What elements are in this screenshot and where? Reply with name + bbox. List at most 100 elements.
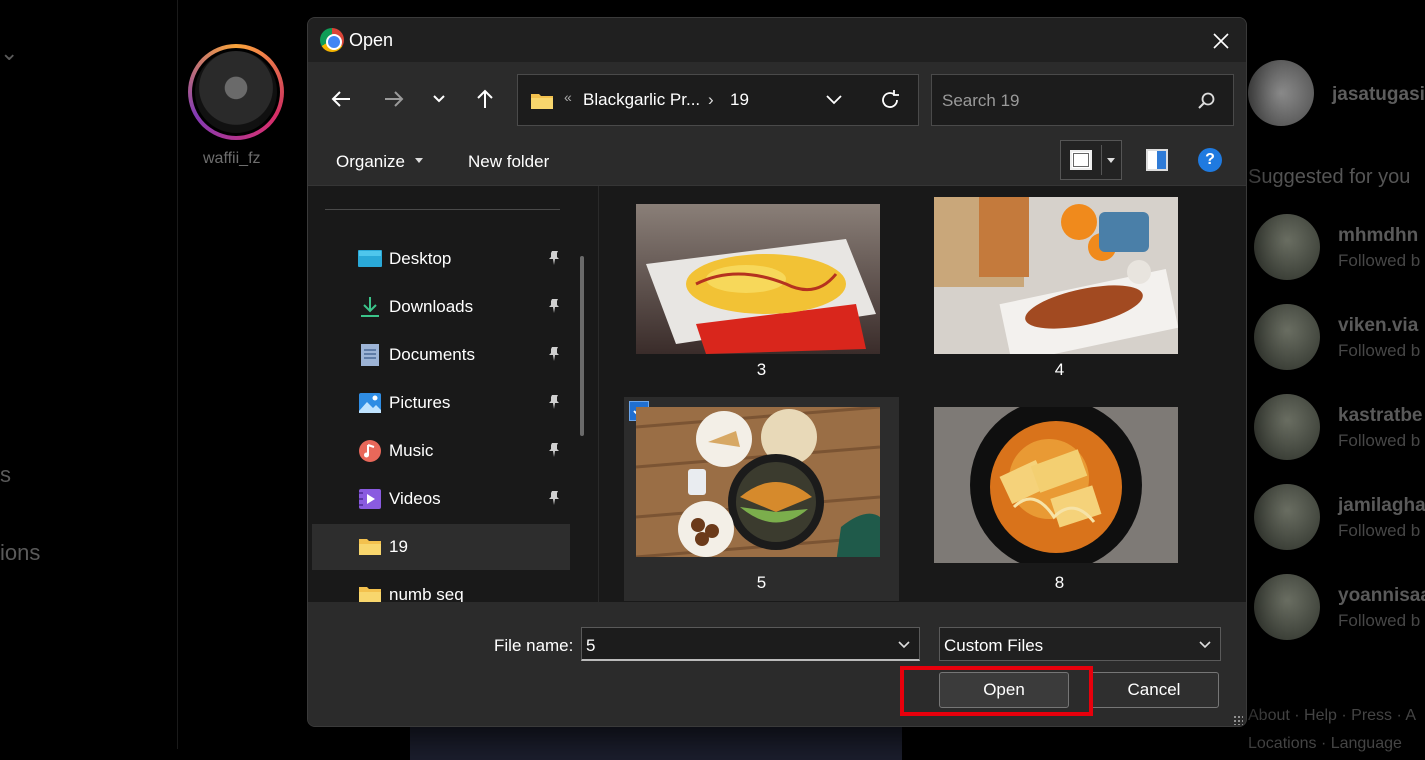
chevron-down-icon: [431, 91, 447, 107]
file-thumbnail: [636, 407, 880, 557]
pictures-icon: [358, 392, 382, 414]
search-icon[interactable]: [1197, 91, 1217, 111]
file-name: 3: [624, 360, 899, 380]
content-area: Desktop Downloads Documents Pictures Mus: [308, 186, 1246, 602]
back-button[interactable]: [324, 82, 358, 116]
profile-avatar[interactable]: [1248, 60, 1314, 126]
pin-icon[interactable]: [546, 442, 562, 458]
suggestion-avatar[interactable]: [1254, 574, 1320, 640]
sidebar-item-label: Videos: [389, 489, 441, 509]
sidebar-item-label: Documents: [389, 345, 475, 365]
file-name: 8: [922, 573, 1197, 593]
suggestion-name[interactable]: jamilagha: [1338, 495, 1425, 517]
file-type-select[interactable]: Custom Files: [939, 627, 1221, 661]
document-icon: [358, 344, 382, 366]
footer-links[interactable]: Locations · Language: [1248, 735, 1402, 753]
search-input[interactable]: [942, 89, 1182, 113]
organize-button[interactable]: Organize: [336, 152, 405, 172]
file-item-8[interactable]: 8: [922, 397, 1197, 601]
music-icon: [358, 440, 382, 462]
sidebar-item-label: 19: [389, 537, 408, 557]
desktop-icon: [358, 248, 382, 270]
breadcrumb-current[interactable]: 19: [730, 90, 749, 110]
file-item-5[interactable]: 5: [624, 397, 899, 601]
suggestion-avatar[interactable]: [1254, 304, 1320, 370]
arrow-up-icon: [474, 88, 496, 110]
address-bar[interactable]: « Blackgarlic Pr... › 19: [517, 74, 919, 126]
sidebar-item-documents[interactable]: Documents: [312, 332, 570, 378]
pin-icon[interactable]: [546, 298, 562, 314]
file-thumbnail: [636, 204, 880, 354]
annotation-highlight: [900, 666, 1093, 716]
suggestion-name[interactable]: kastratbe: [1338, 405, 1423, 427]
file-name: 4: [922, 360, 1197, 380]
pin-icon[interactable]: [546, 346, 562, 362]
sidebar-item-19[interactable]: 19: [312, 524, 570, 570]
chevron-down-icon[interactable]: [897, 638, 911, 652]
file-thumbnail: [934, 197, 1178, 354]
video-icon: [358, 488, 382, 510]
breadcrumb-overflow[interactable]: «: [564, 89, 572, 105]
suggestion-name[interactable]: yoannisaa: [1338, 585, 1425, 607]
cancel-button[interactable]: Cancel: [1089, 672, 1219, 708]
recent-locations-button[interactable]: [422, 82, 456, 116]
chevron-down-icon[interactable]: [1198, 638, 1212, 652]
nav-item-partial[interactable]: s: [0, 462, 11, 488]
up-button[interactable]: [468, 82, 502, 116]
file-item-4[interactable]: 4: [922, 198, 1197, 402]
dialog-title: Open: [349, 30, 393, 51]
suggestion-name[interactable]: viken.via: [1338, 315, 1418, 337]
file-item-3[interactable]: 3: [624, 198, 899, 402]
breadcrumb-parent[interactable]: Blackgarlic Pr...: [583, 90, 700, 110]
sidebar-item-pictures[interactable]: Pictures: [312, 380, 570, 426]
close-button[interactable]: [1206, 26, 1236, 56]
forward-button[interactable]: [377, 82, 411, 116]
pin-icon[interactable]: [546, 250, 562, 266]
sidebar-scrollbar[interactable]: [580, 256, 584, 436]
nav-arrow-icon: ⌄: [0, 40, 18, 66]
close-icon: [1212, 32, 1230, 50]
sidebar-item-label: Music: [389, 441, 433, 461]
profile-name[interactable]: jasatugasi: [1332, 84, 1425, 106]
file-grid: 3 4: [599, 186, 1229, 602]
title-bar: Open: [308, 18, 1246, 62]
suggestion-avatar[interactable]: [1254, 214, 1320, 280]
footer-links[interactable]: About · Help · Press · A: [1248, 707, 1416, 725]
suggestion-sub: Followed b: [1338, 251, 1420, 271]
caret-down-icon[interactable]: [415, 158, 423, 163]
sidebar-item-desktop[interactable]: Desktop: [312, 236, 570, 282]
chevron-down-icon[interactable]: [824, 89, 844, 109]
suggestion-sub: Followed b: [1338, 341, 1420, 361]
file-name-value[interactable]: 5: [586, 636, 595, 656]
suggestion-avatar[interactable]: [1254, 484, 1320, 550]
sidebar-item-music[interactable]: Music: [312, 428, 570, 474]
pin-icon[interactable]: [546, 490, 562, 506]
new-folder-button[interactable]: New folder: [468, 152, 549, 172]
file-name-bar: File name: 5 Custom Files Open Cancel: [308, 602, 1246, 727]
breadcrumb-separator[interactable]: ›: [708, 90, 714, 110]
folder-icon: [530, 91, 554, 111]
suggestion-name[interactable]: mhmdhn: [1338, 225, 1418, 247]
suggestion-avatar[interactable]: [1254, 394, 1320, 460]
resize-grip[interactable]: [1233, 715, 1243, 725]
chrome-icon: [320, 28, 344, 52]
search-box[interactable]: [931, 74, 1234, 126]
file-thumbnail: [934, 407, 1178, 563]
story-name: waffii_fz: [203, 150, 261, 168]
sidebar-item-label: Downloads: [389, 297, 473, 317]
change-view-button[interactable]: [1060, 140, 1122, 180]
story-avatar[interactable]: [188, 44, 284, 140]
nav-item-partial[interactable]: ions: [0, 540, 40, 566]
navigation-pane: Desktop Downloads Documents Pictures Mus: [308, 186, 590, 602]
help-icon[interactable]: ?: [1198, 148, 1222, 172]
file-name-input[interactable]: 5: [581, 627, 920, 661]
pin-icon[interactable]: [546, 394, 562, 410]
sidebar-item-downloads[interactable]: Downloads: [312, 284, 570, 330]
caret-down-icon[interactable]: [1107, 158, 1115, 163]
suggestion-sub: Followed b: [1338, 431, 1420, 451]
arrow-right-icon: [383, 88, 405, 110]
sidebar-item-videos[interactable]: Videos: [312, 476, 570, 522]
left-nav: ⌄ s ions: [0, 0, 178, 749]
refresh-icon[interactable]: [878, 88, 902, 112]
preview-pane-icon[interactable]: [1146, 149, 1168, 171]
